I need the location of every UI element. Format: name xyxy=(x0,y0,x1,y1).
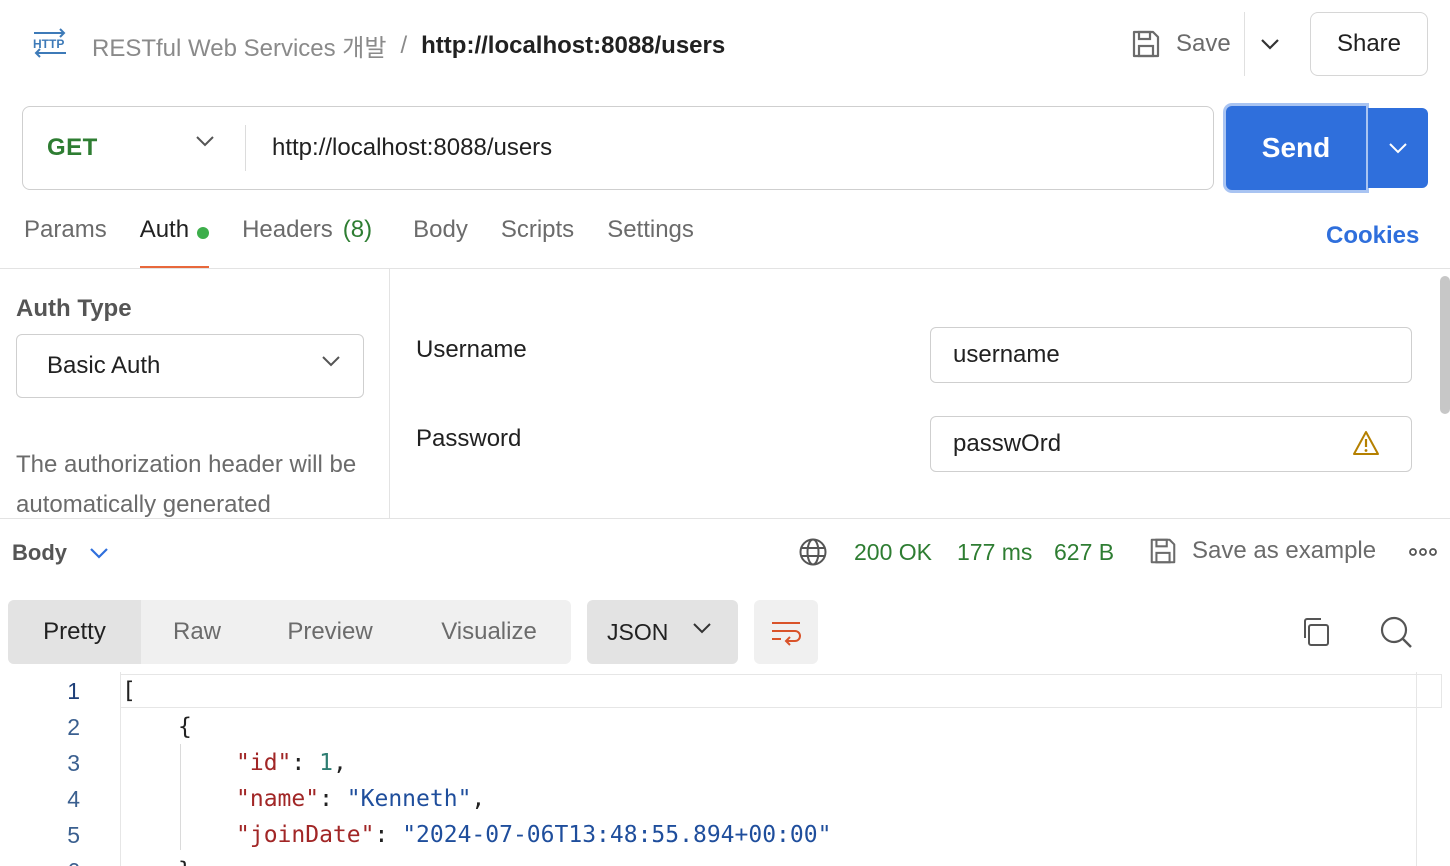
chevron-down-icon xyxy=(1261,39,1279,50)
svg-text:HTTP: HTTP xyxy=(33,37,64,51)
tab-params-label: Params xyxy=(24,216,107,243)
cookies-link[interactable]: Cookies xyxy=(1326,222,1419,250)
more-options-icon[interactable] xyxy=(1408,540,1438,564)
auth-type-value: Basic Auth xyxy=(47,352,161,379)
json-key: "joinDate" xyxy=(236,822,375,848)
http-icon: HTTP xyxy=(33,28,66,58)
warning-icon[interactable] xyxy=(1352,430,1380,456)
code-text: { xyxy=(178,714,192,740)
response-body-label: Body xyxy=(12,540,67,565)
wrap-lines-button[interactable] xyxy=(754,600,818,664)
request-name[interactable]: http://localhost:8088/users xyxy=(421,32,725,60)
view-tab-raw[interactable]: Raw xyxy=(141,600,253,664)
search-icon[interactable] xyxy=(1378,614,1414,650)
format-select[interactable]: JSON xyxy=(587,600,738,664)
save-as-example-button[interactable]: Save as example xyxy=(1148,536,1376,566)
status-badge[interactable]: 200 OK xyxy=(854,539,932,566)
method-label: GET xyxy=(47,134,98,161)
line-number: 4 xyxy=(67,786,80,812)
view-tab-pretty[interactable]: Pretty xyxy=(8,600,141,664)
code-line: 1 [ xyxy=(0,678,1450,714)
json-key: "id" xyxy=(236,750,292,776)
copy-icon[interactable] xyxy=(1300,616,1332,648)
save-button[interactable]: Save xyxy=(1130,24,1231,64)
tab-scripts[interactable]: Scripts xyxy=(501,216,574,268)
code-line: 4 "name": "Kenneth", xyxy=(0,786,1450,822)
tab-auth[interactable]: Auth xyxy=(139,216,210,268)
json-value: "2024-07-06T13:48:55.894+00:00" xyxy=(402,822,832,848)
url-bar: GET xyxy=(22,106,1214,190)
format-value: JSON xyxy=(607,618,669,645)
save-as-example-label: Save as example xyxy=(1192,537,1377,564)
tab-settings[interactable]: Settings xyxy=(607,216,694,268)
tab-headers-label: Headers xyxy=(242,216,333,243)
save-icon xyxy=(1150,538,1176,564)
chevron-down-icon xyxy=(693,623,711,634)
tab-settings-label: Settings xyxy=(607,216,694,243)
chevron-down-icon xyxy=(322,356,340,367)
response-size[interactable]: 627 B xyxy=(1054,539,1114,566)
password-label: Password xyxy=(416,425,522,452)
code-text: }, xyxy=(178,858,206,866)
request-tabs: Params Auth Headers (8) Body Scripts Sett… xyxy=(24,216,727,270)
username-label: Username xyxy=(416,336,527,363)
chevron-down-icon xyxy=(90,548,108,559)
auth-active-dot xyxy=(197,227,210,239)
response-view-tabs: Pretty Raw Preview Visualize xyxy=(8,600,571,664)
response-divider xyxy=(0,518,1450,519)
auth-description: The authorization header will be automat… xyxy=(16,451,357,518)
auth-type-panel: Auth Type Basic Auth The authorization h… xyxy=(0,269,390,519)
code-line: 6 }, xyxy=(0,858,1450,866)
save-icon xyxy=(1132,30,1160,58)
code-line: 2 { xyxy=(0,714,1450,750)
line-number: 2 xyxy=(67,714,80,740)
header-divider xyxy=(1244,12,1245,76)
line-number: 1 xyxy=(67,678,80,704)
breadcrumb-separator: / xyxy=(400,31,408,59)
request-header: HTTP RESTful Web Services 개발 / http://lo… xyxy=(0,0,1450,88)
tab-body[interactable]: Body xyxy=(413,216,468,268)
url-input[interactable] xyxy=(246,107,1213,189)
globe-icon[interactable] xyxy=(798,537,828,567)
auth-scrollbar[interactable] xyxy=(1440,276,1450,414)
save-label: Save xyxy=(1176,30,1231,57)
line-number: 6 xyxy=(0,858,80,866)
tab-scripts-label: Scripts xyxy=(500,216,575,243)
json-key: "name" xyxy=(236,786,320,812)
code-line: 3 "id": 1, xyxy=(0,750,1450,786)
code-text: [ xyxy=(122,678,136,704)
json-value: 1 xyxy=(319,750,333,776)
headers-count: (8) xyxy=(342,216,373,243)
response-time[interactable]: 177 ms xyxy=(957,539,1032,566)
send-button[interactable]: Send xyxy=(1226,106,1366,190)
code-line: 5 "joinDate": "2024-07-06T13:48:55.894+0… xyxy=(0,822,1450,858)
auth-type-label: Auth Type xyxy=(16,295,132,322)
tab-headers[interactable]: Headers (8) xyxy=(242,216,372,268)
chevron-down-icon xyxy=(1389,143,1407,154)
view-tab-visualize[interactable]: Visualize xyxy=(407,600,571,664)
json-value: "Kenneth" xyxy=(346,786,472,812)
response-body-select[interactable]: Body xyxy=(12,540,109,566)
share-button[interactable]: Share xyxy=(1310,12,1428,76)
tab-auth-label: Auth xyxy=(139,216,190,243)
password-input[interactable] xyxy=(930,416,1412,472)
response-code-view[interactable]: 1 [ 2 { 3 "id": 1, 4 "name": "Kenneth", … xyxy=(0,672,1450,866)
wrap-lines-icon xyxy=(772,622,801,646)
line-number: 5 xyxy=(67,822,80,848)
username-input[interactable] xyxy=(930,327,1412,383)
send-options-button[interactable] xyxy=(1368,108,1428,188)
tab-body-label: Body xyxy=(413,216,468,243)
method-select[interactable]: GET xyxy=(23,107,245,189)
chevron-down-icon xyxy=(196,136,214,147)
breadcrumb-collection[interactable]: RESTful Web Services 개발 xyxy=(92,28,386,63)
line-number: 3 xyxy=(67,750,80,776)
save-options-button[interactable] xyxy=(1256,30,1284,58)
view-tab-preview[interactable]: Preview xyxy=(253,600,407,664)
auth-type-select[interactable]: Basic Auth xyxy=(16,334,364,398)
tab-params[interactable]: Params xyxy=(24,216,107,268)
breadcrumb: RESTful Web Services 개발 / http://localho… xyxy=(92,28,725,63)
